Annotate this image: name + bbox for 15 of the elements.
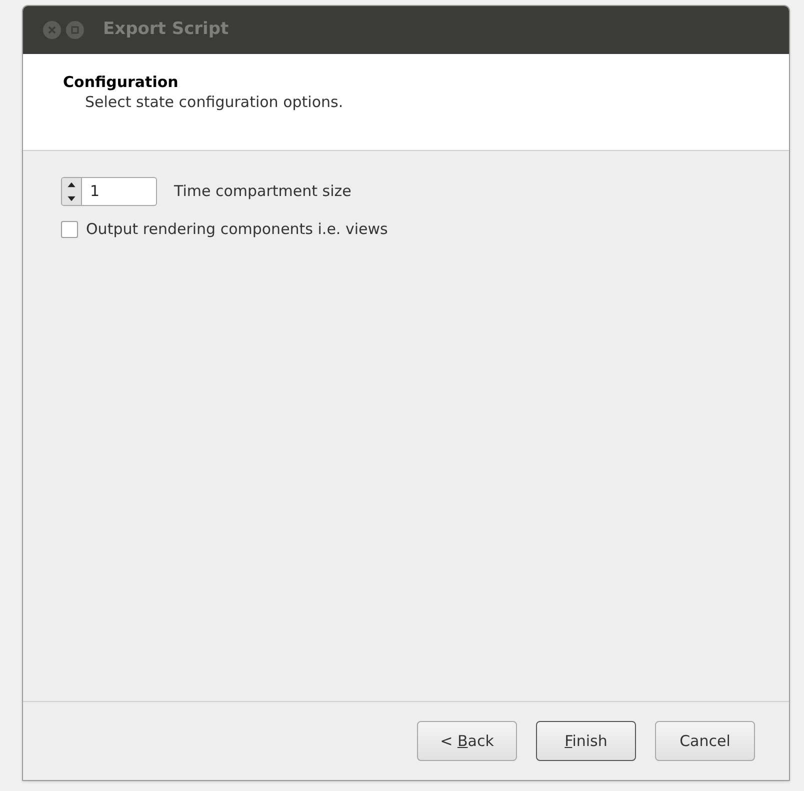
close-button[interactable] bbox=[43, 21, 61, 39]
spin-box[interactable]: 1 bbox=[61, 177, 157, 206]
window-title: Export Script bbox=[103, 18, 229, 42]
maximize-icon bbox=[71, 26, 79, 34]
dialog-button[interactable]: Finish bbox=[536, 721, 636, 761]
page-subtitle: Select state configuration options. bbox=[85, 92, 344, 112]
close-icon bbox=[48, 26, 56, 34]
checkbox-label: Output rendering components i.e. views bbox=[86, 219, 388, 240]
page-title: Configuration bbox=[63, 72, 178, 92]
dialog-button[interactable]: < Back bbox=[417, 721, 517, 761]
checkbox[interactable] bbox=[61, 220, 78, 238]
dialog-button[interactable]: Cancel bbox=[655, 721, 755, 761]
spin-value: 1 bbox=[89, 181, 101, 202]
maximize-button[interactable] bbox=[66, 21, 84, 39]
spin-label: Time compartment size bbox=[174, 181, 352, 202]
